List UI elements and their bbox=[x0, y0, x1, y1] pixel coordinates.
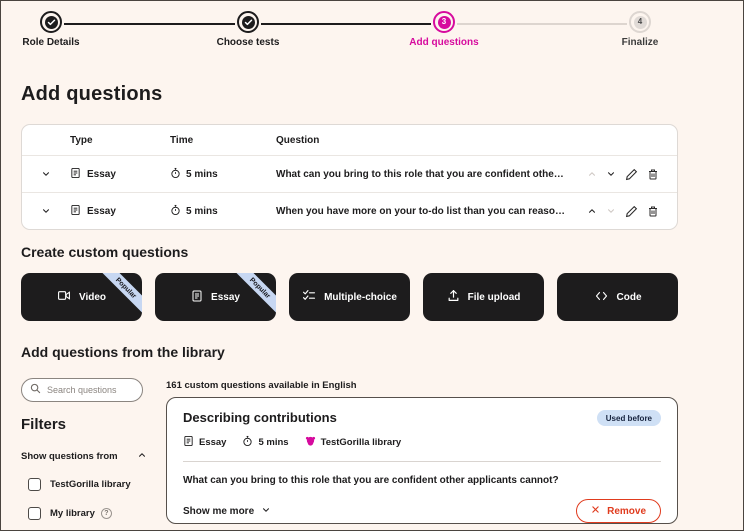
essay-icon bbox=[183, 435, 194, 450]
video-camera-icon bbox=[57, 289, 71, 305]
column-header-time: Time bbox=[170, 134, 194, 146]
step-circle bbox=[40, 11, 62, 33]
question-text: What can you bring to this role that you… bbox=[276, 168, 573, 180]
question-time-label: 5 mins bbox=[186, 168, 218, 180]
table-header-row: Type Time Question bbox=[22, 125, 677, 155]
upload-icon bbox=[447, 289, 460, 305]
button-label: Video bbox=[78, 291, 107, 303]
results-count: 161 custom questions available in Englis… bbox=[166, 380, 357, 391]
card-source-label: TestGorilla library bbox=[320, 437, 402, 448]
search-input[interactable] bbox=[47, 385, 134, 395]
checkbox[interactable] bbox=[28, 478, 41, 491]
column-header-type: Type bbox=[70, 134, 93, 146]
gorilla-icon bbox=[305, 435, 316, 450]
button-label: Multiple-choice bbox=[324, 291, 397, 303]
step-choose-tests[interactable]: Choose tests bbox=[188, 9, 308, 48]
step-circle: 4 bbox=[629, 11, 651, 33]
filter-option-testgorilla-library[interactable]: TestGorilla library bbox=[28, 478, 131, 491]
step-label: Finalize bbox=[621, 37, 659, 48]
library-question-card: Describing contributions Used before Ess… bbox=[166, 397, 678, 524]
show-more-label: Show me more bbox=[183, 505, 255, 517]
question-time-label: 5 mins bbox=[186, 205, 218, 217]
x-icon bbox=[591, 505, 600, 517]
page-title: Add questions bbox=[21, 83, 163, 105]
stopwatch-icon bbox=[170, 204, 181, 219]
button-label: Essay bbox=[211, 291, 240, 303]
expand-row-icon[interactable] bbox=[41, 169, 51, 179]
question-type-label: Essay bbox=[87, 205, 116, 217]
card-time-label: 5 mins bbox=[258, 437, 289, 448]
filter-option-label: TestGorilla library bbox=[50, 479, 131, 490]
question-type-label: Essay bbox=[87, 168, 116, 180]
create-file-upload-button[interactable]: File upload bbox=[423, 273, 544, 321]
step-circle: 3 bbox=[433, 11, 455, 33]
stopwatch-icon bbox=[170, 167, 181, 182]
checklist-icon bbox=[302, 289, 316, 305]
filter-group-show-questions-from[interactable]: Show questions from bbox=[21, 450, 147, 463]
step-label: Role Details bbox=[22, 37, 80, 48]
delete-trash-icon[interactable] bbox=[647, 168, 659, 181]
filter-option-my-library[interactable]: My library ? bbox=[28, 507, 112, 520]
essay-icon bbox=[70, 204, 81, 219]
code-brackets-icon bbox=[594, 290, 609, 305]
chevron-down-icon bbox=[261, 505, 271, 518]
card-type-label: Essay bbox=[199, 437, 227, 448]
check-icon bbox=[44, 15, 58, 29]
table-row: Essay 5 mins When you have more on your … bbox=[22, 192, 677, 229]
expand-row-icon[interactable] bbox=[41, 206, 51, 216]
essay-icon bbox=[70, 167, 81, 182]
step-add-questions[interactable]: 3 Add questions bbox=[384, 9, 504, 48]
question-text: When you have more on your to-do list th… bbox=[276, 205, 573, 217]
step-role-details[interactable]: Role Details bbox=[0, 9, 111, 48]
move-up-icon bbox=[587, 169, 597, 179]
table-row: Essay 5 mins What can you bring to this … bbox=[22, 155, 677, 192]
button-label: Code bbox=[616, 291, 642, 303]
questions-table: Type Time Question Essay 5 mins What can… bbox=[21, 124, 678, 230]
check-icon bbox=[241, 15, 255, 29]
step-number: 3 bbox=[437, 15, 451, 29]
create-multiple-choice-button[interactable]: Multiple-choice bbox=[289, 273, 410, 321]
filter-group-label: Show questions from bbox=[21, 451, 118, 462]
move-down-icon[interactable] bbox=[606, 169, 616, 179]
filters-title: Filters bbox=[21, 416, 67, 433]
button-label: File upload bbox=[467, 291, 521, 303]
checkbox[interactable] bbox=[28, 507, 41, 520]
used-before-badge: Used before bbox=[596, 410, 661, 426]
move-up-icon[interactable] bbox=[587, 206, 597, 216]
stopwatch-icon bbox=[242, 435, 253, 450]
card-title: Describing contributions bbox=[183, 410, 337, 425]
essay-icon bbox=[191, 289, 203, 306]
step-circle bbox=[237, 11, 259, 33]
help-icon[interactable]: ? bbox=[100, 508, 112, 519]
search-box bbox=[21, 378, 143, 402]
divider bbox=[183, 461, 661, 462]
step-label: Choose tests bbox=[216, 37, 280, 48]
create-custom-buttons: Video Popular Essay Popular Multiple-cho… bbox=[21, 273, 678, 321]
create-essay-button[interactable]: Essay Popular bbox=[155, 273, 276, 321]
create-video-button[interactable]: Video Popular bbox=[21, 273, 142, 321]
remove-label: Remove bbox=[607, 505, 646, 517]
remove-button[interactable]: Remove bbox=[576, 499, 661, 523]
create-custom-title: Create custom questions bbox=[21, 244, 189, 260]
filter-option-label: My library bbox=[50, 508, 95, 519]
delete-trash-icon[interactable] bbox=[647, 205, 659, 218]
chevron-up-icon bbox=[137, 450, 147, 463]
step-label: Add questions bbox=[409, 37, 479, 48]
step-finalize[interactable]: 4 Finalize bbox=[580, 9, 700, 48]
column-header-question: Question bbox=[276, 134, 320, 146]
show-me-more-button[interactable]: Show me more bbox=[183, 505, 271, 518]
step-number: 4 bbox=[633, 15, 647, 29]
edit-pencil-icon[interactable] bbox=[625, 205, 638, 218]
wizard-stepper: Role Details Choose tests 3 Add question… bbox=[1, 9, 743, 53]
move-down-icon bbox=[606, 206, 616, 216]
create-code-button[interactable]: Code bbox=[557, 273, 678, 321]
edit-pencil-icon[interactable] bbox=[625, 168, 638, 181]
search-icon bbox=[30, 381, 41, 399]
library-title: Add questions from the library bbox=[21, 344, 225, 360]
card-question-text: What can you bring to this role that you… bbox=[183, 475, 559, 486]
